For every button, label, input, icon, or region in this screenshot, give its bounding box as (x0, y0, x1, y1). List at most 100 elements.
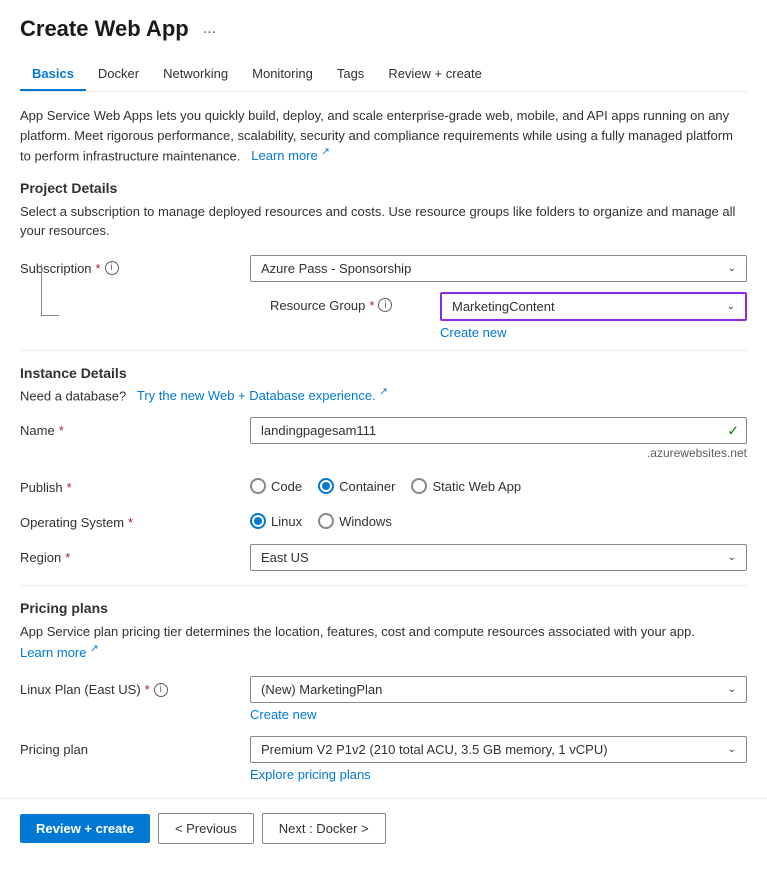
linux-plan-label: Linux Plan (East US) (20, 682, 141, 697)
external-link-icon: ↗ (321, 147, 329, 158)
pricing-plan-chevron: ⌄ (728, 744, 736, 755)
os-label-col: Operating System * (20, 509, 250, 530)
try-new-external-icon: ↗ (379, 387, 387, 398)
pricing-description: App Service plan pricing tier determines… (20, 622, 747, 662)
azurewebsites-label: .azurewebsites.net (250, 446, 747, 460)
linux-plan-label-col: Linux Plan (East US) * i (20, 676, 250, 697)
name-required: * (59, 423, 64, 438)
os-windows-radio[interactable] (318, 513, 334, 529)
name-input-wrapper: ✓ (250, 417, 747, 444)
pricing-plan-dropdown[interactable]: Premium V2 P1v2 (210 total ACU, 3.5 GB m… (250, 736, 747, 763)
os-linux-radio[interactable] (250, 513, 266, 529)
publish-code-label: Code (271, 479, 302, 494)
pricing-plan-label-col: Pricing plan (20, 736, 250, 757)
publish-static-radio[interactable] (411, 478, 427, 494)
name-control-col: ✓ .azurewebsites.net (250, 417, 747, 460)
os-label: Operating System (20, 515, 124, 530)
publish-container-radio[interactable] (318, 478, 334, 494)
subscription-required: * (96, 261, 101, 276)
app-description: App Service Web Apps lets you quickly bu… (20, 106, 747, 166)
region-required: * (65, 550, 70, 565)
os-windows-label: Windows (339, 514, 392, 529)
pricing-learn-more-link[interactable]: Learn more ↗ (20, 645, 99, 660)
publish-label-col: Publish * (20, 474, 250, 495)
subscription-chevron: ⌄ (728, 263, 736, 274)
name-label: Name (20, 423, 55, 438)
region-control-col: East US ⌄ (250, 544, 747, 571)
os-linux-option[interactable]: Linux (250, 513, 302, 529)
rg-info-icon[interactable]: i (378, 298, 392, 312)
publish-row: Publish * Code Container Static Web App (20, 474, 747, 495)
section-divider-1 (20, 350, 747, 351)
region-dropdown[interactable]: East US ⌄ (250, 544, 747, 571)
footer: Review + create < Previous Next : Docker… (0, 798, 767, 858)
page-title-row: Create Web App ... (20, 16, 747, 42)
os-windows-option[interactable]: Windows (318, 513, 392, 529)
linux-plan-dropdown[interactable]: (New) MarketingPlan ⌄ (250, 676, 747, 703)
pricing-plan-control-col: Premium V2 P1v2 (210 total ACU, 3.5 GB m… (250, 736, 747, 782)
pricing-plan-label: Pricing plan (20, 742, 88, 757)
os-required: * (128, 515, 133, 530)
tab-networking[interactable]: Networking (151, 58, 240, 91)
tab-monitoring[interactable]: Monitoring (240, 58, 325, 91)
project-details-title: Project Details (20, 180, 747, 196)
linux-plan-info-icon[interactable]: i (154, 683, 168, 697)
pricing-title: Pricing plans (20, 600, 747, 616)
page-title: Create Web App (20, 16, 189, 42)
publish-radio-group: Code Container Static Web App (250, 474, 747, 494)
linux-plan-required: * (145, 682, 150, 697)
os-linux-label: Linux (271, 514, 302, 529)
region-label: Region (20, 550, 61, 565)
review-create-button[interactable]: Review + create (20, 814, 150, 843)
publish-control-col: Code Container Static Web App (250, 474, 747, 494)
name-label-col: Name * (20, 417, 250, 438)
create-new-rg-link[interactable]: Create new (440, 325, 506, 340)
subscription-dropdown[interactable]: Azure Pass - Sponsorship ⌄ (250, 255, 747, 282)
linux-plan-row: Linux Plan (East US) * i (New) Marketing… (20, 676, 747, 722)
create-new-plan-link[interactable]: Create new (250, 707, 316, 722)
tab-docker[interactable]: Docker (86, 58, 151, 91)
rg-chevron: ⌄ (727, 301, 735, 312)
os-radio-group: Linux Windows (250, 509, 747, 529)
try-new-link[interactable]: Try the new Web + Database experience. ↗ (134, 388, 388, 403)
region-label-col: Region * (20, 544, 250, 565)
subscription-info-icon[interactable]: i (105, 261, 119, 275)
publish-static-option[interactable]: Static Web App (411, 478, 521, 494)
name-input[interactable] (250, 417, 747, 444)
publish-required: * (67, 480, 72, 495)
project-details-description: Select a subscription to manage deployed… (20, 202, 747, 241)
linux-plan-chevron: ⌄ (728, 684, 736, 695)
next-button[interactable]: Next : Docker > (262, 813, 386, 844)
publish-static-label: Static Web App (432, 479, 521, 494)
publish-container-label: Container (339, 479, 395, 494)
instance-details-title: Instance Details (20, 365, 747, 381)
tabs-row: Basics Docker Networking Monitoring Tags… (20, 58, 747, 92)
publish-container-option[interactable]: Container (318, 478, 395, 494)
ellipsis-button[interactable]: ... (197, 18, 222, 40)
page-container: Create Web App ... Basics Docker Network… (0, 0, 767, 782)
instance-db-text: Need a database? Try the new Web + Datab… (20, 387, 747, 403)
rg-required: * (369, 298, 374, 313)
tab-basics[interactable]: Basics (20, 58, 86, 91)
learn-more-link[interactable]: Learn more ↗ (248, 148, 330, 163)
resource-group-dropdown[interactable]: MarketingContent ⌄ (440, 292, 747, 321)
os-control-col: Linux Windows (250, 509, 747, 529)
tab-tags[interactable]: Tags (325, 58, 376, 91)
publish-code-radio[interactable] (250, 478, 266, 494)
linux-plan-control-col: (New) MarketingPlan ⌄ Create new (250, 676, 747, 722)
region-row: Region * East US ⌄ (20, 544, 747, 571)
tab-review-create[interactable]: Review + create (376, 58, 494, 91)
publish-code-option[interactable]: Code (250, 478, 302, 494)
pricing-learn-more-icon: ↗ (90, 644, 98, 655)
section-divider-2 (20, 585, 747, 586)
pricing-plan-row: Pricing plan Premium V2 P1v2 (210 total … (20, 736, 747, 782)
region-chevron: ⌄ (728, 552, 736, 563)
publish-label: Publish (20, 480, 63, 495)
name-check-icon: ✓ (727, 422, 739, 439)
resource-group-label: Resource Group (270, 298, 365, 313)
pricing-section: Pricing plans App Service plan pricing t… (20, 600, 747, 782)
os-row: Operating System * Linux Windows (20, 509, 747, 530)
name-row: Name * ✓ .azurewebsites.net (20, 417, 747, 460)
explore-pricing-link[interactable]: Explore pricing plans (250, 767, 371, 782)
previous-button[interactable]: < Previous (158, 813, 254, 844)
